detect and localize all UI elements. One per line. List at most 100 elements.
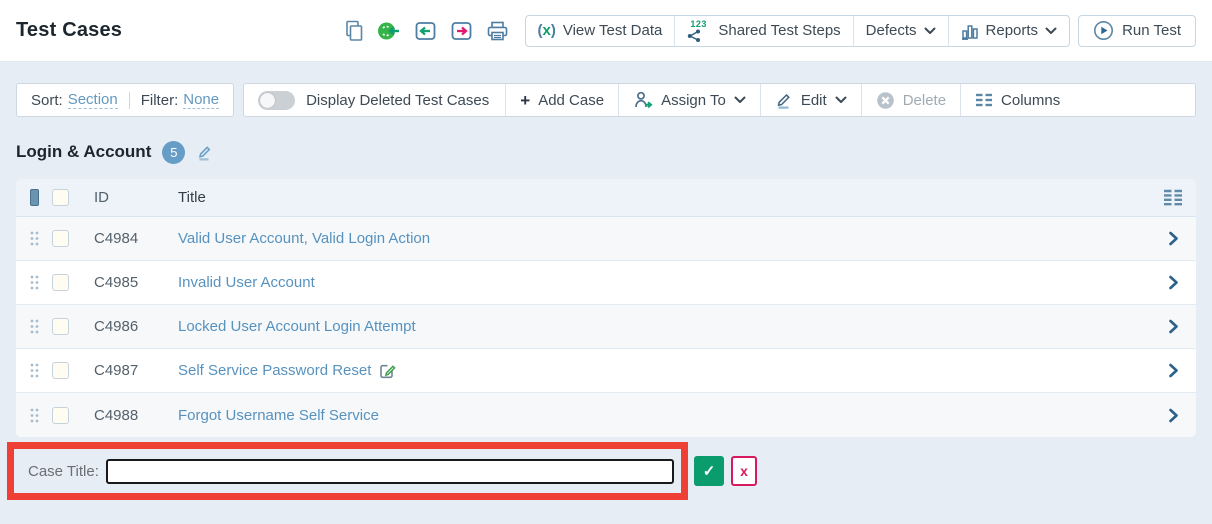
chevron-down-icon xyxy=(924,27,936,35)
header-icon-toolbar xyxy=(344,20,509,42)
column-header-title[interactable]: Title xyxy=(178,189,1150,206)
row-checkbox[interactable] xyxy=(52,407,69,424)
header-button-group: (x) View Test Data 123 Shared Test Steps… xyxy=(525,15,1071,47)
bar-chart-icon xyxy=(961,22,979,40)
shared-steps-icon: 123 xyxy=(687,21,711,41)
import-icon[interactable] xyxy=(414,20,437,42)
case-toolbar: Sort: Section Filter: None Display Delet… xyxy=(16,83,1196,117)
edit-pencil-icon xyxy=(775,91,793,109)
toggle-knob xyxy=(260,93,275,108)
page-header: Test Cases (x) View Test Data 123 Shared xyxy=(0,0,1212,62)
run-test-button[interactable]: Run Test xyxy=(1078,15,1196,47)
drag-handle-icon[interactable] xyxy=(30,275,39,290)
columns-icon xyxy=(975,92,993,108)
chevron-right-icon[interactable] xyxy=(1168,231,1179,246)
case-title-link[interactable]: Self Service Password Reset xyxy=(178,362,371,379)
chevron-right-icon[interactable] xyxy=(1168,408,1179,423)
row-checkbox[interactable] xyxy=(52,362,69,379)
column-settings-icon[interactable] xyxy=(1162,189,1184,206)
case-title-link[interactable]: Forgot Username Self Service xyxy=(178,407,379,424)
export-icon[interactable] xyxy=(450,20,473,42)
chevron-down-icon xyxy=(734,96,746,104)
plus-icon: + xyxy=(520,92,530,109)
reports-label: Reports xyxy=(986,22,1039,39)
case-title-input[interactable] xyxy=(106,459,674,484)
view-test-data-button[interactable]: (x) View Test Data xyxy=(526,16,676,46)
sort-label: Sort: xyxy=(31,92,63,109)
case-title-link[interactable]: Invalid User Account xyxy=(178,274,315,291)
shared-test-steps-label: Shared Test Steps xyxy=(718,22,840,39)
sort-value-link[interactable]: Section xyxy=(68,91,118,109)
case-id: C4986 xyxy=(94,318,178,335)
drag-handle-icon[interactable] xyxy=(30,363,39,378)
add-case-inline-form: Case Title: ✓ x xyxy=(7,442,1212,500)
select-all-checkbox[interactable] xyxy=(52,189,69,206)
edit-dropdown[interactable]: Edit xyxy=(760,84,861,116)
columns-button[interactable]: Columns xyxy=(960,84,1074,116)
row-checkbox[interactable] xyxy=(52,230,69,247)
drag-handle-icon[interactable] xyxy=(30,408,39,423)
case-title-link[interactable]: Valid User Account, Valid Login Action xyxy=(178,230,430,247)
column-header-id[interactable]: ID xyxy=(94,189,178,206)
drag-handle-icon[interactable] xyxy=(30,319,39,334)
table-row[interactable]: C4986 Locked User Account Login Attempt xyxy=(16,305,1196,349)
section-count-badge: 5 xyxy=(162,141,185,164)
case-title-link[interactable]: Locked User Account Login Attempt xyxy=(178,318,416,335)
chevron-right-icon[interactable] xyxy=(1168,275,1179,290)
chevron-down-icon xyxy=(835,96,847,104)
confirm-button[interactable]: ✓ xyxy=(694,456,724,486)
filter-value-link[interactable]: None xyxy=(183,91,219,109)
display-deleted-toggle[interactable] xyxy=(258,91,295,110)
columns-label: Columns xyxy=(1001,92,1060,109)
delete-label: Delete xyxy=(903,92,946,109)
table-row[interactable]: C4988 Forgot Username Self Service xyxy=(16,393,1196,437)
case-id: C4984 xyxy=(94,230,178,247)
run-test-label: Run Test xyxy=(1122,22,1181,39)
test-case-table: ID Title C4984 Valid User Account, Valid… xyxy=(16,179,1196,437)
edit-label: Edit xyxy=(801,92,827,109)
sort-filter-box: Sort: Section Filter: None xyxy=(16,83,234,117)
case-id: C4985 xyxy=(94,274,178,291)
row-checkbox[interactable] xyxy=(52,318,69,335)
case-id: C4988 xyxy=(94,407,178,424)
case-title-label: Case Title: xyxy=(28,463,99,480)
assign-to-dropdown[interactable]: Assign To xyxy=(618,84,760,116)
table-row[interactable]: C4984 Valid User Account, Valid Login Ac… xyxy=(16,217,1196,261)
doc-edit-icon xyxy=(379,362,396,379)
header-select-cell xyxy=(16,189,52,206)
view-test-data-label: View Test Data xyxy=(563,22,663,39)
divider xyxy=(129,92,130,109)
chevron-right-icon[interactable] xyxy=(1168,363,1179,378)
table-row[interactable]: C4987 Self Service Password Reset xyxy=(16,349,1196,393)
x-icon: x xyxy=(740,463,748,479)
header-columns-cell xyxy=(1150,189,1196,206)
chevron-right-icon[interactable] xyxy=(1168,319,1179,334)
add-case-button[interactable]: + Add Case xyxy=(505,84,618,116)
section-edit-pencil-icon[interactable] xyxy=(196,143,214,161)
page-title: Test Cases xyxy=(16,19,122,42)
view-test-data-icon: (x) xyxy=(538,22,556,39)
delete-circle-x-icon xyxy=(876,91,895,110)
assign-to-label: Assign To xyxy=(661,92,726,109)
reports-dropdown[interactable]: Reports xyxy=(949,16,1070,46)
section-header: Login & Account 5 xyxy=(16,139,1196,165)
table-header-row: ID Title xyxy=(16,179,1196,217)
delete-button[interactable]: Delete xyxy=(861,84,960,116)
shared-test-steps-button[interactable]: 123 Shared Test Steps xyxy=(675,16,853,46)
chevron-down-icon xyxy=(1045,27,1057,35)
case-id: C4987 xyxy=(94,362,178,379)
display-deleted-label: Display Deleted Test Cases xyxy=(306,92,489,109)
cancel-button[interactable]: x xyxy=(731,456,757,486)
copy-from-project-icon[interactable] xyxy=(377,20,401,42)
copy-icon[interactable] xyxy=(344,20,364,42)
defects-dropdown[interactable]: Defects xyxy=(854,16,949,46)
section-marker-icon xyxy=(30,189,39,206)
play-circle-icon xyxy=(1093,20,1114,41)
drag-handle-icon[interactable] xyxy=(30,231,39,246)
check-icon: ✓ xyxy=(703,462,716,480)
print-icon[interactable] xyxy=(486,20,509,42)
assign-person-icon xyxy=(633,90,653,110)
row-checkbox[interactable] xyxy=(52,274,69,291)
table-row[interactable]: C4985 Invalid User Account xyxy=(16,261,1196,305)
actions-box: Display Deleted Test Cases + Add Case As… xyxy=(243,83,1196,117)
